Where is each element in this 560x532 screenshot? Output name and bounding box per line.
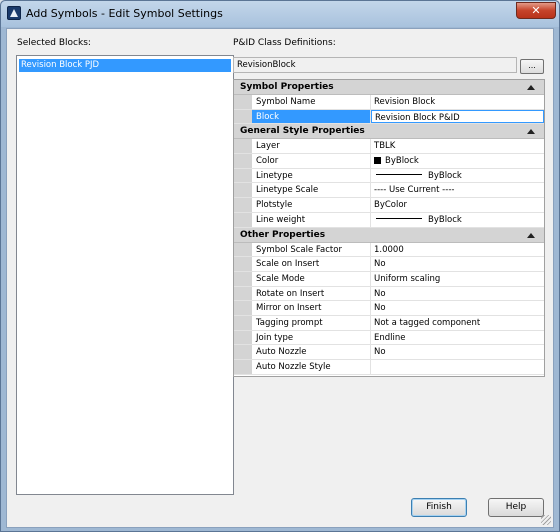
property-row-rotate-on-insert[interactable]: Rotate on Insert No xyxy=(234,286,544,302)
property-name: Scale on Insert xyxy=(252,257,371,271)
property-value[interactable]: ByColor xyxy=(371,198,544,212)
property-value[interactable]: TBLK xyxy=(371,139,544,153)
property-name: Auto Nozzle xyxy=(252,345,371,359)
property-name: Layer xyxy=(252,139,371,154)
row-gutter xyxy=(234,109,252,124)
property-name: Linetype xyxy=(252,168,371,183)
property-name: Linetype Scale xyxy=(252,183,371,198)
collapse-caret-icon[interactable] xyxy=(527,129,535,135)
row-gutter xyxy=(234,271,252,286)
title-bar[interactable]: Add Symbols - Edit Symbol Settings ✕ xyxy=(1,1,559,27)
property-value[interactable]: Not a tagged component xyxy=(371,316,544,330)
property-row-scale-on-insert[interactable]: Scale on Insert No xyxy=(234,257,544,272)
property-row-symbol-scale-factor[interactable]: Symbol Scale Factor 1.0000 xyxy=(234,242,544,258)
property-name: Color xyxy=(252,154,371,168)
linetype-preview-icon xyxy=(376,173,422,175)
property-row-layer[interactable]: Layer TBLK xyxy=(234,139,544,155)
property-row-auto-nozzle-style[interactable]: Auto Nozzle Style xyxy=(234,360,544,375)
property-value[interactable]: No xyxy=(371,257,544,271)
row-gutter xyxy=(234,301,252,315)
property-value[interactable]: No xyxy=(371,301,544,315)
row-gutter xyxy=(234,212,252,227)
property-value[interactable]: Revision Block P&ID xyxy=(371,109,544,124)
category-title: Symbol Properties xyxy=(240,82,334,92)
category-other-properties[interactable]: Other Properties xyxy=(234,227,544,243)
row-gutter xyxy=(234,330,252,345)
property-value[interactable]: Endline xyxy=(371,331,544,345)
collapse-caret-icon[interactable] xyxy=(527,85,535,90)
property-name: Block xyxy=(252,109,371,124)
finish-button[interactable]: Finish xyxy=(411,498,467,517)
property-row-tagging-prompt[interactable]: Tagging prompt Not a tagged component xyxy=(234,315,544,331)
row-gutter xyxy=(234,345,252,359)
category-general-style-properties[interactable]: General Style Properties xyxy=(234,124,544,140)
property-name: Symbol Name xyxy=(252,95,371,109)
row-gutter xyxy=(234,168,252,183)
lineweight-value-text: ByBlock xyxy=(428,214,462,225)
property-row-color[interactable]: Color ByBlock xyxy=(234,154,544,169)
property-value[interactable]: No xyxy=(371,345,544,359)
category-title: Other Properties xyxy=(240,229,326,240)
browse-button[interactable]: ... xyxy=(520,59,544,74)
row-gutter xyxy=(234,95,252,109)
property-row-auto-nozzle[interactable]: Auto Nozzle No xyxy=(234,345,544,360)
color-swatch-icon xyxy=(374,157,381,165)
row-gutter xyxy=(234,257,252,271)
collapse-caret-icon[interactable] xyxy=(527,232,535,238)
property-row-linetype-scale[interactable]: Linetype Scale ---- Use Current ---- xyxy=(234,183,544,199)
property-value[interactable]: ByBlock xyxy=(371,213,544,227)
property-grid: Symbol Properties Symbol Name Revision B… xyxy=(233,79,545,377)
close-button[interactable]: ✕ xyxy=(516,2,556,19)
lineweight-preview-icon xyxy=(376,217,422,219)
row-gutter xyxy=(234,242,252,257)
row-gutter xyxy=(234,139,252,154)
row-gutter xyxy=(234,198,252,212)
property-value[interactable]: Uniform scaling xyxy=(371,272,544,286)
linetype-value-text: ByBlock xyxy=(428,170,462,181)
property-value[interactable]: No xyxy=(371,287,544,301)
row-gutter xyxy=(234,154,252,168)
class-definition-field: RevisionBlock xyxy=(233,57,517,73)
property-row-block[interactable]: Block Revision Block P&ID xyxy=(234,109,544,125)
property-name: Symbol Scale Factor xyxy=(252,242,371,257)
selected-blocks-list[interactable]: Revision Block PJD xyxy=(16,55,234,495)
row-gutter xyxy=(234,360,252,374)
property-row-linetype[interactable]: Linetype ByBlock xyxy=(234,168,544,184)
row-gutter xyxy=(234,315,252,330)
window-title: Add Symbols - Edit Symbol Settings xyxy=(26,7,223,20)
property-value[interactable]: ByBlock xyxy=(371,169,544,183)
property-row-scale-mode[interactable]: Scale Mode Uniform scaling xyxy=(234,271,544,287)
class-definitions-label: P&ID Class Definitions: xyxy=(233,38,336,48)
property-name: Tagging prompt xyxy=(252,315,371,330)
property-name: Scale Mode xyxy=(252,271,371,286)
property-name: Join type xyxy=(252,330,371,345)
property-row-join-type[interactable]: Join type Endline xyxy=(234,330,544,346)
property-row-symbol-name[interactable]: Symbol Name Revision Block xyxy=(234,95,544,110)
property-name: Line weight xyxy=(252,212,371,227)
category-symbol-properties[interactable]: Symbol Properties xyxy=(234,80,544,95)
category-title: General Style Properties xyxy=(240,126,365,137)
list-item[interactable]: Revision Block PJD xyxy=(19,59,231,72)
resize-grip-icon[interactable] xyxy=(541,515,551,525)
property-value[interactable]: ByBlock xyxy=(371,154,544,168)
dialog-client-area: Selected Blocks: Revision Block PJD P&ID… xyxy=(6,28,554,528)
autocad-app-icon xyxy=(7,6,21,20)
property-name: Auto Nozzle Style xyxy=(252,360,371,374)
help-button[interactable]: Help xyxy=(488,498,544,517)
property-value[interactable]: ---- Use Current ---- xyxy=(371,183,544,197)
property-row-mirror-on-insert[interactable]: Mirror on Insert No xyxy=(234,301,544,316)
dialog-window: Add Symbols - Edit Symbol Settings ✕ Sel… xyxy=(0,0,560,532)
property-row-plotstyle[interactable]: Plotstyle ByColor xyxy=(234,198,544,213)
row-gutter xyxy=(234,183,252,198)
selected-blocks-label: Selected Blocks: xyxy=(17,38,91,48)
property-name: Rotate on Insert xyxy=(252,286,371,301)
property-value[interactable]: 1.0000 xyxy=(371,243,544,257)
property-name: Plotstyle xyxy=(252,198,371,212)
property-value[interactable]: Revision Block xyxy=(371,95,544,109)
row-gutter xyxy=(234,286,252,301)
property-name: Mirror on Insert xyxy=(252,301,371,315)
color-value-text: ByBlock xyxy=(385,156,419,167)
property-value[interactable] xyxy=(371,360,544,374)
property-row-line-weight[interactable]: Line weight ByBlock xyxy=(234,212,544,228)
